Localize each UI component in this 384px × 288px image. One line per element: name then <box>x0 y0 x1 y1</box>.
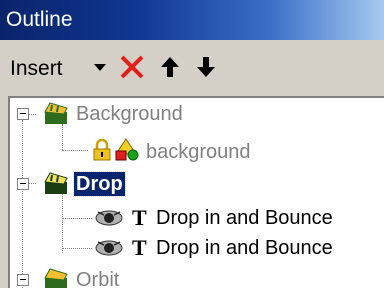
tree-node-label: Background <box>76 103 183 125</box>
scene-clapper-icon <box>44 172 68 194</box>
collapse-toggle[interactable] <box>17 178 29 190</box>
lock-icon <box>93 138 111 161</box>
tree-node-label: background <box>146 141 251 163</box>
tree-node-label: Drop in and Bounce <box>156 237 333 259</box>
toolbar: Insert <box>0 44 384 92</box>
tree-connector <box>62 218 92 219</box>
move-down-icon[interactable] <box>195 55 217 79</box>
eye-icon <box>95 240 123 256</box>
tree-node-label-selected: Drop <box>73 171 126 197</box>
tree-connector <box>62 124 63 150</box>
move-up-icon[interactable] <box>159 55 181 79</box>
collapse-toggle[interactable] <box>17 108 29 120</box>
tree-connector <box>62 248 92 249</box>
tree-connector <box>62 193 63 253</box>
window-title-bar: Outline <box>0 0 384 40</box>
scene-clapper-icon <box>44 102 68 124</box>
tree-node-label: Drop in and Bounce <box>156 207 333 229</box>
tree-connector <box>28 183 36 184</box>
eye-icon <box>95 210 123 226</box>
delete-x-icon[interactable] <box>119 54 145 80</box>
shapes-icon <box>115 138 139 161</box>
insert-button[interactable]: Insert <box>10 57 63 81</box>
collapse-toggle[interactable] <box>17 274 29 286</box>
tree-connector <box>28 114 36 115</box>
text-icon: T <box>132 205 147 230</box>
tree-connector <box>62 150 88 151</box>
tree-node-label: Orbit <box>76 269 120 288</box>
window-title: Outline <box>6 8 73 31</box>
text-icon: T <box>132 235 147 260</box>
scene-clapper-icon <box>44 268 68 288</box>
outline-tree[interactable]: Background background Drop T Drop in and… <box>8 96 384 288</box>
dropdown-arrow-icon[interactable] <box>94 64 106 74</box>
tree-connector <box>22 120 23 288</box>
